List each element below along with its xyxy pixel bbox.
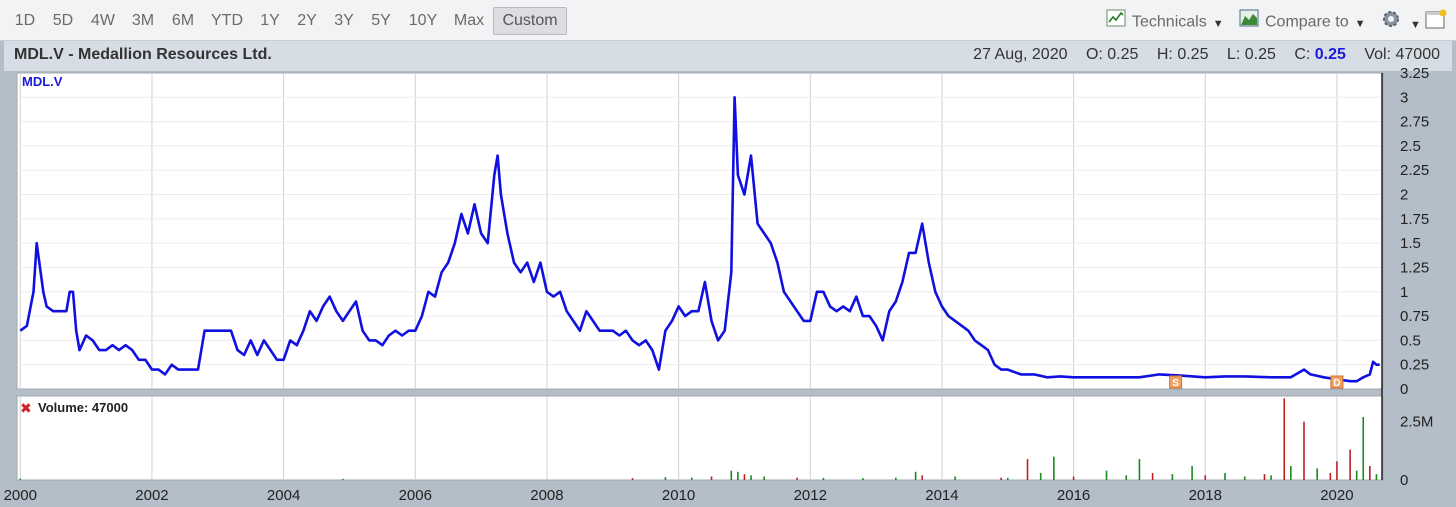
volume-bar [1125,475,1128,480]
y-tick-label: 0 [1400,381,1408,398]
volume-bar [1375,474,1378,480]
y-tick-label: 2.5 [1400,138,1421,155]
y-tick-label: 0.5 [1400,332,1421,349]
volume-bar [1224,473,1226,480]
x-tick-label: 2008 [530,487,563,504]
price-axis: 3.25 3 2.75 2.5 2.25 2 1.75 1.5 1.25 1 0.75 0.5 0.25… [1400,65,1429,398]
x-tick-label: 2000 [4,487,37,504]
x-tick-label: 2014 [925,487,958,504]
volume-bar [1204,475,1207,480]
volume-bar [1362,417,1365,480]
event-marker-label: D [1333,378,1340,389]
volume-bar [1026,459,1029,480]
y-tick-label: 1.5 [1400,235,1421,252]
y-tick-label: 0.25 [1400,357,1429,374]
volume-bar [631,478,634,480]
volume-tick-label: 0 [1400,472,1408,489]
volume-axis: 2.5M 0 [1400,414,1433,489]
volume-bar [1191,466,1193,480]
volume-bar [664,477,667,480]
volume-bar [1039,473,1042,480]
volume-bar [763,476,765,480]
volume-bar [1336,461,1338,480]
price-series-label: MDL.V [22,74,63,89]
x-tick-label: 2018 [1189,487,1222,504]
volume-bar [921,475,923,480]
volume-bar [1329,473,1332,480]
volume-bar [1316,468,1318,480]
volume-bar [895,477,897,480]
volume-bar [690,477,693,480]
volume-bar [1303,421,1305,480]
volume-bar [954,476,956,480]
x-tick-label: 2016 [1057,487,1090,504]
remove-volume-icon[interactable]: ✖ [20,401,32,417]
volume-bar [1138,459,1141,480]
volume-bar [796,477,798,480]
x-tick-label: 2002 [135,487,168,504]
volume-bar [1171,474,1174,480]
volume-bar [1270,475,1272,480]
x-tick-label: 2012 [794,487,827,504]
volume-bar [1151,473,1154,480]
x-tick-label: 2006 [399,487,432,504]
volume-bar [19,478,22,480]
volume-bar [1000,477,1002,480]
volume-bar [1283,398,1286,480]
price-panel [16,72,1384,390]
y-tick-label: 1.25 [1400,259,1429,276]
y-tick-label: 0.75 [1400,308,1429,325]
y-tick-label: 1.75 [1400,211,1429,228]
volume-bar [914,471,917,480]
volume-bar [730,470,733,480]
y-tick-label: 3.25 [1400,65,1429,82]
volume-label: Volume: 47000 [38,400,128,415]
volume-bar [342,478,344,480]
volume-bar [750,475,752,480]
volume-tick-label: 2.5M [1400,414,1433,431]
volume-bar [1369,466,1371,480]
volume-bar [1349,449,1351,480]
volume-bar [1053,456,1055,480]
volume-bar [862,478,864,480]
y-tick-label: 2.25 [1400,162,1429,179]
volume-panel [16,395,1384,481]
event-marker-label: S [1172,378,1179,389]
volume-bar [1243,476,1246,480]
volume-bar [737,471,739,480]
volume-bar [743,474,746,480]
y-tick-label: 3 [1400,89,1408,106]
volume-bar [1263,474,1266,480]
x-tick-label: 2010 [662,487,695,504]
volume-bar [1290,466,1292,480]
volume-bar [822,477,825,480]
volume-bar [710,476,713,480]
y-tick-label: 1 [1400,284,1408,301]
y-tick-label: 2 [1400,187,1408,204]
price-volume-chart[interactable]: S D MDL.V ✖ Volume: 47000 3.25 3 2.75 2.5 2.2… [0,0,1456,507]
volume-bar [1355,470,1358,480]
volume-bar [1105,470,1108,480]
y-tick-label: 2.75 [1400,114,1429,131]
volume-bar [1072,476,1075,480]
time-axis: 2000 2002 2004 2006 2008 2010 2012 2014 2016 2018… [4,487,1354,504]
volume-bar [1006,477,1009,480]
x-tick-label: 2020 [1320,487,1353,504]
x-tick-label: 2004 [267,487,300,504]
